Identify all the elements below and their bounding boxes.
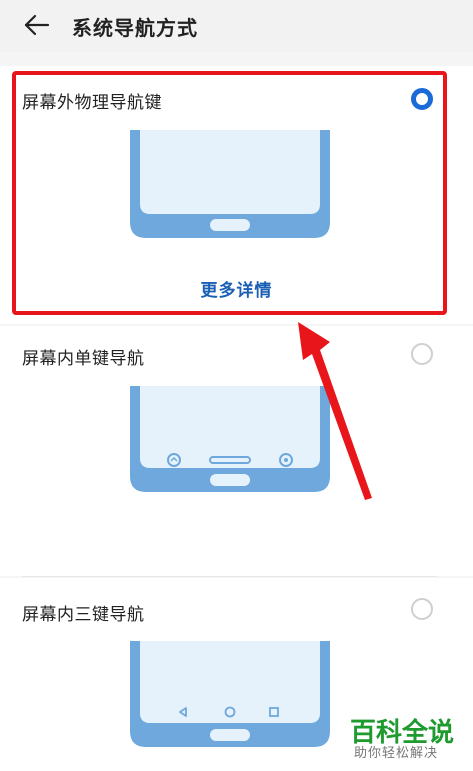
radio-three-key[interactable] [411, 598, 433, 620]
home-key [210, 219, 250, 231]
page-title: 系统导航方式 [72, 16, 198, 40]
option-label-physical: 屏幕外物理导航键 [22, 93, 162, 113]
radio-single-key[interactable] [411, 343, 433, 365]
divider [22, 576, 437, 577]
option-label-single-key: 屏幕内单键导航 [22, 349, 145, 369]
phone-illustration-three-key [130, 641, 330, 747]
option-label-three-key: 屏幕内三键导航 [22, 605, 145, 625]
back-button[interactable] [22, 10, 52, 40]
home-key [210, 729, 250, 741]
header-bar: 系统导航方式 [0, 0, 473, 52]
phone-illustration-physical [130, 130, 330, 238]
more-details-link[interactable]: 更多详情 [0, 276, 473, 301]
home-key [210, 474, 250, 486]
annotation-arrow-icon [298, 322, 372, 500]
arrow-left-icon [24, 14, 50, 36]
watermark-subtitle: 助你轻松解决 [354, 746, 439, 761]
radio-physical[interactable] [411, 88, 433, 110]
